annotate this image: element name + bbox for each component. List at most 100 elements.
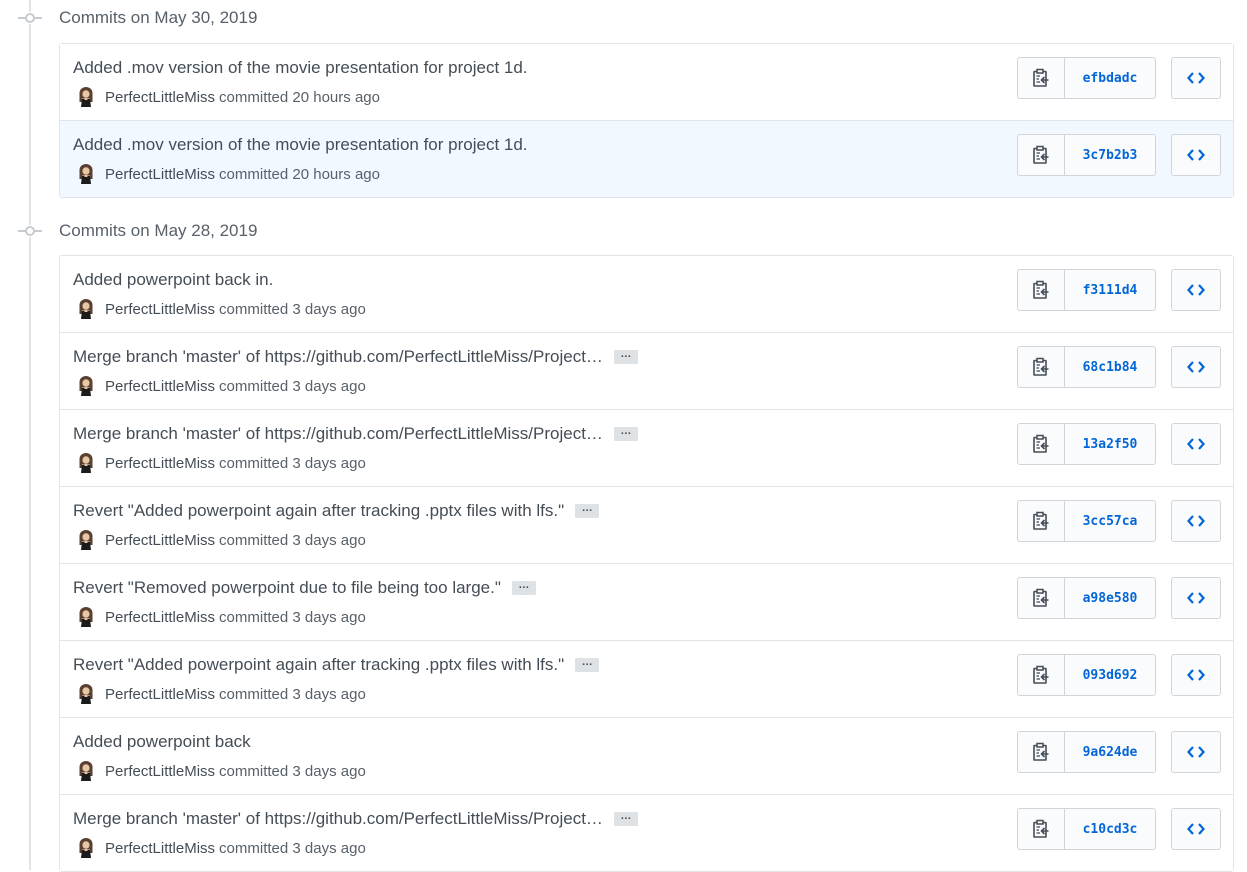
commit-meta: PerfectLittleMiss committed 3 days ago — [77, 838, 366, 858]
commit-sha-link[interactable]: 68c1b84 — [1064, 346, 1156, 388]
commit-meta: PerfectLittleMiss committed 3 days ago — [77, 684, 366, 704]
code-icon — [1187, 592, 1205, 604]
commit-message-link[interactable]: Revert "Removed powerpoint due to file b… — [73, 577, 501, 599]
commit-author-link[interactable]: PerfectLittleMiss — [105, 532, 215, 549]
commit-time: committed 3 days ago — [219, 300, 366, 318]
copy-sha-button[interactable] — [1017, 269, 1064, 311]
expand-message-button[interactable]: … — [575, 503, 600, 518]
commit-message-link[interactable]: Merge branch 'master' of https://github.… — [73, 346, 603, 368]
user-avatar[interactable] — [77, 453, 95, 473]
commit-title-line: Added powerpoint back in. — [73, 269, 273, 291]
user-avatar[interactable] — [77, 684, 95, 704]
copy-sha-button[interactable] — [1017, 500, 1064, 542]
commit-author-link[interactable]: PerfectLittleMiss — [105, 840, 215, 857]
commit-author-link[interactable]: PerfectLittleMiss — [105, 686, 215, 703]
commit-time: committed 3 days ago — [219, 531, 366, 549]
expand-message-button[interactable]: … — [575, 657, 600, 672]
sha-button-group: 68c1b84 — [1017, 346, 1156, 388]
commit-author-link[interactable]: PerfectLittleMiss — [105, 301, 215, 318]
commit-author-link[interactable]: PerfectLittleMiss — [105, 609, 215, 626]
commit-meta: PerfectLittleMiss committed 3 days ago — [77, 761, 366, 781]
browse-repo-button[interactable] — [1171, 346, 1221, 388]
user-avatar[interactable] — [77, 761, 95, 781]
commit-title-line: Merge branch 'master' of https://github.… — [73, 423, 638, 445]
copy-sha-button[interactable] — [1017, 346, 1064, 388]
browse-repo-button[interactable] — [1171, 654, 1221, 696]
commit-message-link[interactable]: Revert "Added powerpoint again after tra… — [73, 654, 564, 676]
commit-sha-link[interactable]: 9a624de — [1064, 731, 1156, 773]
browse-repo-button[interactable] — [1171, 269, 1221, 311]
copy-sha-button[interactable] — [1017, 577, 1064, 619]
browse-repo-button[interactable] — [1171, 577, 1221, 619]
commit-title-line: Added powerpoint back — [73, 731, 251, 753]
commit-sha-link[interactable]: 3cc57ca — [1064, 500, 1156, 542]
commit-message-link[interactable]: Added .mov version of the movie presenta… — [73, 57, 528, 79]
commit-message-link[interactable]: Merge branch 'master' of https://github.… — [73, 808, 603, 830]
code-icon — [1187, 361, 1205, 373]
commit-title-line: Added .mov version of the movie presenta… — [73, 134, 528, 156]
copy-sha-button[interactable] — [1017, 134, 1064, 176]
user-avatar[interactable] — [77, 87, 95, 107]
user-avatar[interactable] — [77, 376, 95, 396]
browse-repo-button[interactable] — [1171, 57, 1221, 99]
clippy-icon — [1033, 280, 1049, 299]
code-icon — [1187, 515, 1205, 527]
copy-sha-button[interactable] — [1017, 808, 1064, 850]
commit-row: Added .mov version of the movie presenta… — [60, 44, 1233, 120]
commit-sha-link[interactable]: efbdadc — [1064, 57, 1156, 99]
user-avatar[interactable] — [77, 607, 95, 627]
commit-list: Added .mov version of the movie presenta… — [59, 43, 1234, 198]
commit-message-link[interactable]: Added .mov version of the movie presenta… — [73, 134, 528, 156]
code-icon — [1187, 149, 1205, 161]
commit-title-line: Revert "Removed powerpoint due to file b… — [73, 577, 536, 599]
commit-sha-link[interactable]: c10cd3c — [1064, 808, 1156, 850]
commit-row: Revert "Added powerpoint again after tra… — [60, 486, 1233, 563]
code-icon — [1187, 284, 1205, 296]
expand-message-button[interactable]: … — [613, 811, 638, 826]
commit-time: committed 3 days ago — [219, 685, 366, 703]
commit-message-link[interactable]: Added powerpoint back — [73, 731, 251, 753]
commit-author-link[interactable]: PerfectLittleMiss — [105, 378, 215, 395]
commit-time: committed 3 days ago — [219, 377, 366, 395]
commit-author-link[interactable]: PerfectLittleMiss — [105, 89, 215, 106]
sha-button-group: 3cc57ca — [1017, 500, 1156, 542]
expand-message-button[interactable]: … — [613, 349, 638, 364]
browse-repo-button[interactable] — [1171, 500, 1221, 542]
commit-meta: PerfectLittleMiss committed 3 days ago — [77, 299, 366, 319]
browse-repo-button[interactable] — [1171, 134, 1221, 176]
sha-button-group: 093d692 — [1017, 654, 1156, 696]
commit-sha-link[interactable]: a98e580 — [1064, 577, 1156, 619]
user-avatar[interactable] — [77, 838, 95, 858]
copy-sha-button[interactable] — [1017, 57, 1064, 99]
commit-time: committed 3 days ago — [219, 762, 366, 780]
commit-author-link[interactable]: PerfectLittleMiss — [105, 166, 215, 183]
commit-title-line: Revert "Added powerpoint again after tra… — [73, 654, 600, 676]
commit-author-link[interactable]: PerfectLittleMiss — [105, 763, 215, 780]
browse-repo-button[interactable] — [1171, 423, 1221, 465]
expand-message-button[interactable]: … — [511, 580, 536, 595]
commit-row: Revert "Added powerpoint again after tra… — [60, 640, 1233, 717]
commit-message-link[interactable]: Merge branch 'master' of https://github.… — [73, 423, 603, 445]
user-avatar[interactable] — [77, 530, 95, 550]
user-avatar[interactable] — [77, 299, 95, 319]
clippy-icon — [1033, 357, 1049, 376]
user-avatar[interactable] — [77, 164, 95, 184]
commit-message-link[interactable]: Revert "Added powerpoint again after tra… — [73, 500, 564, 522]
commit-row: Merge branch 'master' of https://github.… — [60, 332, 1233, 409]
commit-sha-link[interactable]: 13a2f50 — [1064, 423, 1156, 465]
browse-repo-button[interactable] — [1171, 808, 1221, 850]
copy-sha-button[interactable] — [1017, 654, 1064, 696]
clippy-icon — [1033, 68, 1049, 87]
browse-repo-button[interactable] — [1171, 731, 1221, 773]
commit-sha-link[interactable]: f3111d4 — [1064, 269, 1156, 311]
copy-sha-button[interactable] — [1017, 731, 1064, 773]
commit-message-link[interactable]: Added powerpoint back in. — [73, 269, 273, 291]
git-commit-icon — [18, 12, 42, 24]
commit-sha-link[interactable]: 3c7b2b3 — [1064, 134, 1156, 176]
expand-message-button[interactable]: … — [613, 426, 638, 441]
commit-list: Added powerpoint back in. PerfectLittleM… — [59, 255, 1234, 872]
timeline-line — [29, 0, 31, 870]
commit-sha-link[interactable]: 093d692 — [1064, 654, 1156, 696]
copy-sha-button[interactable] — [1017, 423, 1064, 465]
commit-author-link[interactable]: PerfectLittleMiss — [105, 455, 215, 472]
